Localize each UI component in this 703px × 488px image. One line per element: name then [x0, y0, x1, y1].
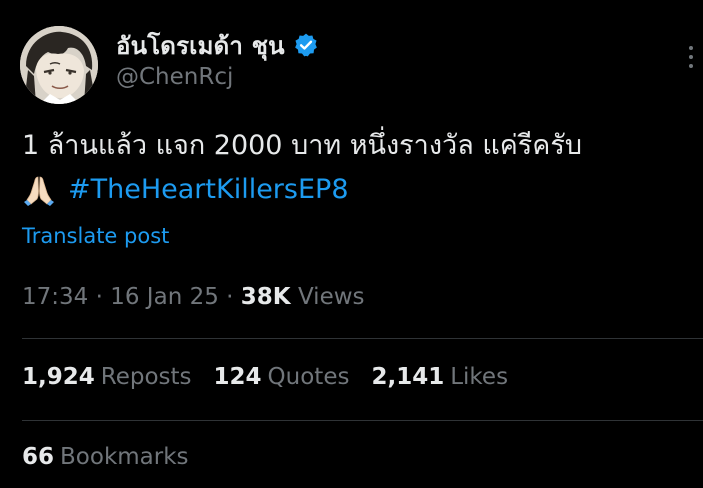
avatar[interactable] — [20, 26, 98, 104]
views-count: 38K — [240, 284, 291, 310]
author-name-row[interactable]: อันโดรเมด้า ชุน — [116, 28, 319, 62]
post-text: 1 ล้านแล้ว แจก 2000 บาท หนึ่งรางวัล แค่ร… — [22, 124, 692, 212]
avatar-illustration — [20, 26, 98, 104]
post-text-line: 1 ล้านแล้ว แจก 2000 บาท หนึ่งรางวัล แค่ร… — [22, 130, 582, 161]
post-time[interactable]: 17:34 — [22, 284, 88, 310]
author-handle[interactable]: @ChenRcj — [116, 64, 233, 90]
meta-separator: · — [226, 284, 234, 310]
post-detail: อันโดรเมด้า ชุน @ChenRcj 1 ล้านแล้ว แจก … — [0, 0, 703, 488]
more-options-icon[interactable] — [688, 44, 694, 70]
quotes-stat[interactable]: 124 Quotes — [214, 364, 350, 390]
post-meta: 17:34 · 16 Jan 25 · 38K Views — [22, 284, 365, 310]
likes-label: Likes — [450, 364, 509, 390]
bookmarks-label: Bookmarks — [60, 444, 189, 470]
translate-post-link[interactable]: Translate post — [22, 224, 169, 248]
quotes-label: Quotes — [267, 364, 350, 390]
reposts-label: Reposts — [100, 364, 192, 390]
bookmarks-count: 66 — [22, 444, 55, 470]
likes-stat[interactable]: 2,141 Likes — [371, 364, 508, 390]
divider — [22, 338, 703, 339]
likes-count: 2,141 — [371, 364, 445, 390]
views-label: Views — [297, 284, 365, 310]
post-date[interactable]: 16 Jan 25 — [110, 284, 219, 310]
meta-separator: · — [95, 284, 103, 310]
quotes-count: 124 — [213, 364, 262, 390]
hashtag-link[interactable]: #TheHeartKillersEP8 — [68, 168, 349, 212]
reposts-stat[interactable]: 1,924 Reposts — [22, 364, 192, 390]
divider — [22, 420, 703, 421]
engagement-stats: 1,924 Reposts 124 Quotes 2,141 Likes — [22, 364, 530, 390]
bookmarks-stat[interactable]: 66 Bookmarks — [22, 444, 189, 470]
verified-badge-icon — [293, 32, 319, 58]
author-display-name[interactable]: อันโดรเมด้า ชุน — [116, 26, 285, 65]
reposts-count: 1,924 — [22, 364, 95, 390]
praying-hands-emoji — [22, 173, 56, 207]
